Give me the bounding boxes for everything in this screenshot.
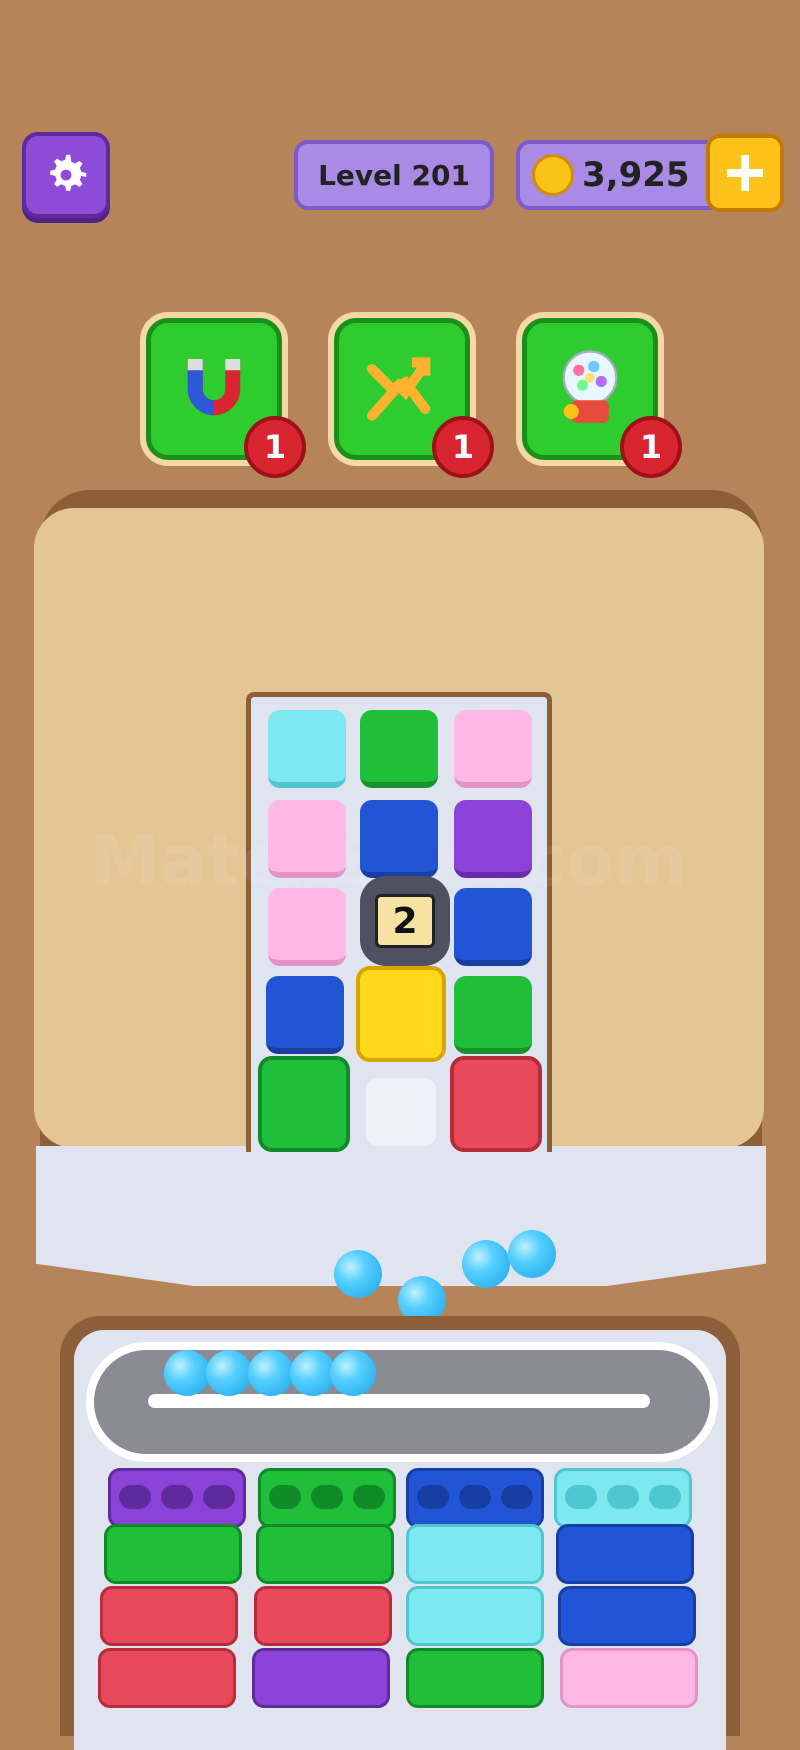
tile-green-bubble[interactable] — [258, 1056, 350, 1152]
ball — [508, 1230, 556, 1278]
gumball-machine-icon — [562, 350, 618, 423]
stack-block-green — [406, 1648, 544, 1708]
stack-block-pink — [560, 1648, 698, 1708]
tile-purple[interactable] — [454, 800, 532, 878]
tile-pink[interactable] — [268, 800, 346, 878]
empty-slot — [366, 1078, 436, 1146]
stack-top-blue[interactable] — [406, 1468, 544, 1528]
lock-counter: 2 — [375, 894, 435, 948]
plus-icon — [727, 155, 763, 191]
ball — [334, 1250, 382, 1298]
coin-icon — [532, 154, 574, 196]
tile-green[interactable] — [454, 976, 532, 1054]
board-tray — [36, 1146, 766, 1286]
gumball-count: 1 — [639, 428, 663, 466]
shuffle-count: 1 — [451, 428, 475, 466]
gear-icon — [50, 154, 87, 191]
shuffle-count-badge: 1 — [432, 416, 494, 478]
coin-amount: 3,925 — [582, 155, 690, 195]
conveyor-ball — [164, 1350, 210, 1396]
tile-red-bubble[interactable] — [450, 1056, 542, 1152]
stack-block-red — [254, 1586, 392, 1646]
tile-blue[interactable] — [454, 888, 532, 966]
tile-blue[interactable] — [360, 800, 438, 878]
stack-block-purple — [252, 1648, 390, 1708]
shuffle-icon — [367, 357, 431, 421]
conveyor-ball — [330, 1350, 376, 1396]
level-label: Level 201 — [318, 158, 470, 192]
add-coins-button[interactable] — [706, 134, 784, 212]
tile-pink[interactable] — [454, 710, 532, 788]
stack-block-blue — [556, 1524, 694, 1584]
conveyor-ball — [248, 1350, 294, 1396]
tile-cyan[interactable] — [268, 710, 346, 788]
gumball-count-badge: 1 — [620, 416, 682, 478]
magnet-count-badge: 1 — [244, 416, 306, 478]
stack-top-green[interactable] — [258, 1468, 396, 1528]
ball — [462, 1240, 510, 1288]
stack-block-cyan — [406, 1524, 544, 1584]
stack-block-green — [256, 1524, 394, 1584]
tile-pink[interactable] — [268, 888, 346, 966]
level-indicator: Level 201 — [294, 140, 494, 210]
tile-blue[interactable] — [266, 976, 344, 1054]
stack-top-cyan[interactable] — [554, 1468, 692, 1528]
tile-yellow-bubble[interactable] — [356, 966, 446, 1062]
stack-top-purple[interactable] — [108, 1468, 246, 1528]
stack-block-cyan — [406, 1586, 544, 1646]
stack-block-green — [104, 1524, 242, 1584]
settings-button[interactable] — [22, 132, 110, 218]
magnet-icon — [187, 359, 241, 416]
track-divider — [148, 1394, 650, 1408]
stack-block-red — [100, 1586, 238, 1646]
tile-green[interactable] — [360, 710, 438, 788]
locked-tile[interactable]: 2 — [360, 876, 450, 966]
magnet-count: 1 — [263, 428, 287, 466]
stack-block-red — [98, 1648, 236, 1708]
stack-block-blue — [558, 1586, 696, 1646]
conveyor-ball — [206, 1350, 252, 1396]
